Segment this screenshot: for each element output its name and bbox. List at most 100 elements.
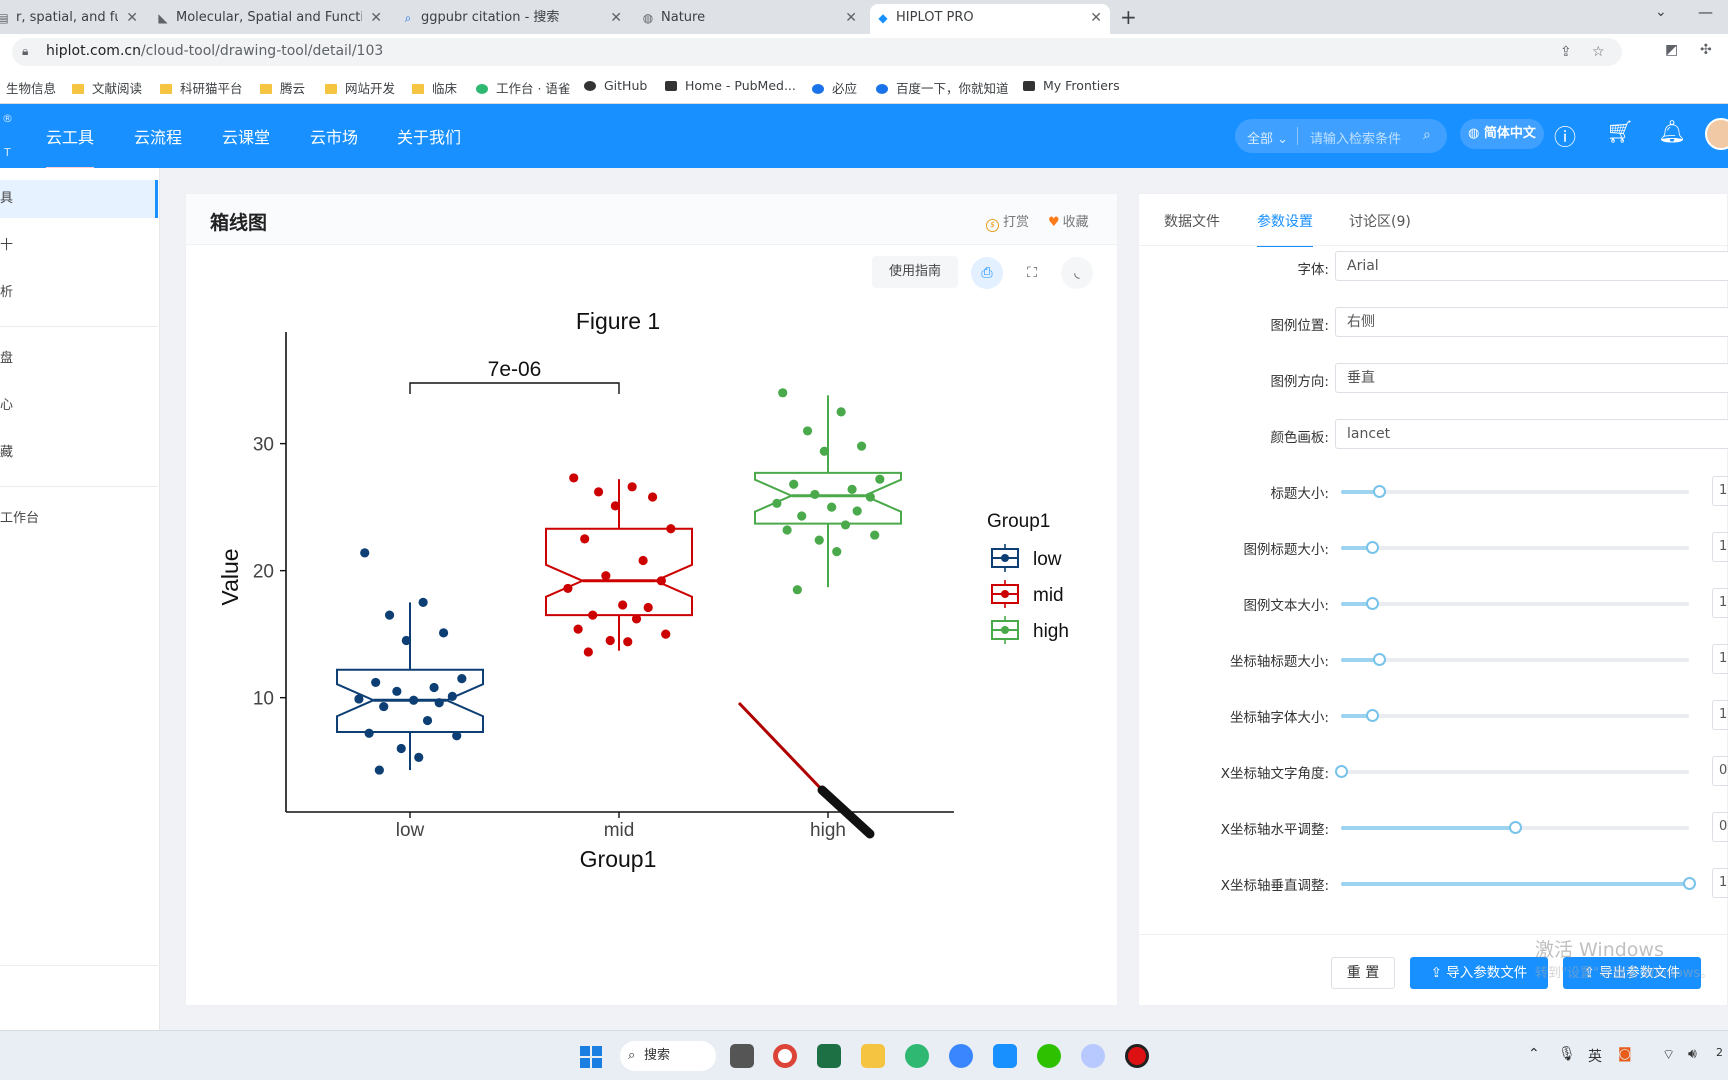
bookmark-item[interactable]: My Frontiers — [1023, 78, 1120, 93]
app-icon[interactable] — [949, 1044, 973, 1068]
app-icon[interactable] — [1081, 1044, 1105, 1068]
language-button[interactable]: ◍ 简体中文 — [1460, 119, 1544, 149]
extension-icon[interactable]: ◩ — [1665, 42, 1678, 58]
browser-tab[interactable]: ⌕ ggpubr citation - 搜索 ✕ — [395, 4, 630, 34]
bookmark-item[interactable]: 百度一下，你就知道 — [876, 78, 1009, 97]
slider-value-input[interactable]: 1 — [1712, 868, 1728, 898]
bookmark-item[interactable]: 临床 — [412, 78, 457, 97]
bookmark-item[interactable]: 网站开发 — [325, 78, 395, 97]
sidebar-item[interactable]: 藏 — [0, 434, 158, 472]
slider-handle[interactable] — [1509, 821, 1522, 834]
slider-track[interactable] — [1341, 709, 1689, 722]
ime-indicator[interactable]: 英 — [1588, 1046, 1602, 1066]
sidebar-item[interactable]: 盘 — [0, 340, 158, 378]
file-explorer-icon[interactable] — [730, 1044, 754, 1068]
sidebar-item[interactable]: 十 — [0, 227, 158, 265]
new-tab-icon[interactable]: + — [1120, 5, 1137, 29]
slider-handle[interactable] — [1335, 765, 1348, 778]
slider-handle[interactable] — [1366, 597, 1380, 610]
slider-track[interactable] — [1341, 541, 1689, 554]
url-field[interactable]: 🔒︎ hiplot.com.cn/cloud-tool/drawing-tool… — [12, 38, 1622, 66]
puzzle-icon[interactable]: ✣ — [1700, 42, 1712, 58]
sidebar-item[interactable]: 心 — [0, 387, 158, 425]
search-input[interactable]: 请输入检索条件 — [1310, 128, 1401, 147]
bookmark-item[interactable]: 必应 — [812, 78, 857, 97]
legend-direction-select[interactable]: 垂直 — [1335, 363, 1728, 393]
tab-discussion[interactable]: 讨论区(9) — [1349, 211, 1411, 231]
sidebar-item[interactable]: 析 — [0, 274, 158, 312]
close-icon[interactable]: ✕ — [126, 4, 138, 32]
sidebar-item-workbench[interactable]: 工作台 — [0, 500, 158, 538]
browser-tab-active[interactable]: ◆ HIPLOT PRO ✕ — [870, 4, 1110, 34]
slider-value-input[interactable]: 1 — [1712, 532, 1728, 562]
volume-icon[interactable]: 🔊︎ — [1688, 1046, 1697, 1062]
wechat-icon[interactable] — [1037, 1044, 1061, 1068]
slider-value-input[interactable]: 1 — [1712, 700, 1728, 730]
nav-cloud-market[interactable]: 云市场 — [310, 124, 358, 148]
cart-icon[interactable]: 🛒︎ — [1606, 120, 1634, 145]
chrome-icon[interactable] — [773, 1044, 797, 1068]
slider-value-input[interactable]: 1 — [1712, 476, 1728, 506]
app-icon[interactable] — [905, 1044, 929, 1068]
bookmark-item[interactable]: 生物信息 — [6, 78, 56, 97]
taskbar-search[interactable]: ⌕ 搜索 — [620, 1041, 716, 1071]
hiplot-app-icon[interactable] — [993, 1044, 1017, 1068]
browser-tab[interactable]: ◣ Molecular, Spatial and Functio ✕ — [150, 4, 390, 34]
slider-value-input[interactable]: 1 — [1712, 588, 1728, 618]
windows-start-icon[interactable] — [580, 1046, 602, 1068]
bookmark-item[interactable]: 科研猫平台 — [160, 78, 243, 97]
bookmark-item[interactable]: 工作台 · 语雀 — [476, 78, 570, 97]
slider-value-input[interactable]: 1 — [1712, 644, 1728, 674]
nav-cloud-class[interactable]: 云课堂 — [222, 124, 270, 148]
bookmark-item[interactable]: Home - PubMed... — [665, 78, 796, 93]
nav-cloud-pipeline[interactable]: 云流程 — [134, 124, 182, 148]
microphone-icon[interactable]: 🎙︎ — [1558, 1046, 1576, 1062]
tab-parameter-settings[interactable]: 参数设置 — [1257, 211, 1313, 247]
slider-handle[interactable] — [1683, 877, 1696, 890]
help-icon[interactable]: ⓘ — [1554, 120, 1576, 152]
close-icon[interactable]: ✕ — [845, 4, 857, 32]
wifi-icon[interactable]: ⌔ — [1662, 1046, 1675, 1064]
excel-icon[interactable] — [817, 1044, 841, 1068]
chevron-up-icon[interactable]: ⌃ — [1528, 1046, 1540, 1062]
star-icon[interactable]: ☆ — [1592, 44, 1605, 60]
tab-data-file[interactable]: 数据文件 — [1164, 211, 1220, 231]
slider-track[interactable] — [1341, 821, 1689, 834]
slider-track[interactable] — [1335, 765, 1689, 778]
slider-track[interactable] — [1341, 653, 1689, 666]
slider-handle[interactable] — [1373, 653, 1387, 666]
site-search[interactable]: 全部 ⌄ 请输入检索条件 ⌕ — [1235, 119, 1447, 153]
browser-tab[interactable]: ◍ Nature ✕ — [635, 4, 865, 34]
search-scope-select[interactable]: 全部 ⌄ — [1247, 128, 1288, 147]
legend-position-select[interactable]: 右侧 — [1335, 307, 1728, 337]
reset-button[interactable]: 重 置 — [1331, 957, 1395, 989]
share-icon[interactable]: ⇪ — [1560, 44, 1572, 60]
slider-handle[interactable] — [1366, 541, 1380, 554]
app-tray-icon[interactable]: ◙ — [1618, 1046, 1632, 1062]
import-params-button[interactable]: ⇪ 导入参数文件 — [1410, 957, 1548, 989]
bookmark-item[interactable]: 腾云 — [260, 78, 305, 97]
chevron-down-icon[interactable]: ⌄ — [1655, 4, 1667, 20]
search-icon[interactable]: ⌕ — [1423, 127, 1431, 143]
bookmark-item[interactable]: GitHub — [584, 78, 647, 93]
minimize-icon[interactable]: — — [1698, 3, 1713, 21]
slider-value-input[interactable]: 0 — [1712, 756, 1728, 786]
slider-track[interactable] — [1341, 597, 1689, 610]
folder-icon[interactable] — [861, 1044, 885, 1068]
bell-icon[interactable]: 🔔︎ — [1658, 120, 1686, 145]
avatar[interactable] — [1705, 118, 1728, 150]
nav-cloud-tools[interactable]: 云工具 — [46, 124, 95, 170]
slider-track[interactable] — [1341, 877, 1696, 890]
slider-handle[interactable] — [1366, 709, 1380, 722]
slider-track[interactable] — [1341, 485, 1689, 498]
slider-handle[interactable] — [1373, 485, 1387, 498]
close-icon[interactable]: ✕ — [610, 4, 622, 32]
slider-value-input[interactable]: 0 — [1712, 812, 1728, 842]
palette-select[interactable]: lancet — [1335, 419, 1728, 449]
close-icon[interactable]: ✕ — [1090, 4, 1102, 32]
browser-tab[interactable]: ▤ r, spatial, and functio ✕ — [0, 4, 146, 34]
font-select[interactable]: Arial — [1335, 251, 1728, 281]
sidebar-item-tools[interactable]: 具 — [0, 180, 158, 218]
nav-about-us[interactable]: 关于我们 — [397, 124, 461, 148]
bookmark-item[interactable]: 文献阅读 — [72, 78, 142, 97]
